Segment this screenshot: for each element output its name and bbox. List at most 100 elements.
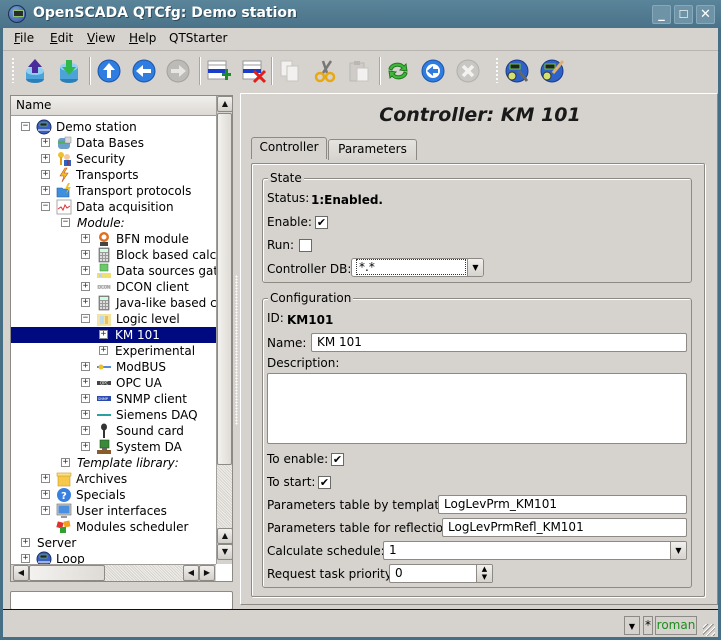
h-scroll-thumb[interactable] (29, 565, 105, 581)
save-to-db-button[interactable] (55, 57, 83, 85)
navigation-tree[interactable]: Name − Demo station + Data Bases + Security + T… (10, 95, 233, 582)
params-template-input[interactable]: LogLevPrm_KM101 (438, 495, 687, 514)
calculate-schedule-combo[interactable]: 1 ▼ (383, 541, 687, 560)
expand-icon[interactable]: + (21, 554, 30, 563)
expand-icon[interactable]: + (81, 410, 90, 419)
expand-icon[interactable]: + (81, 250, 90, 259)
collapse-icon[interactable]: − (81, 314, 90, 323)
scroll-up-button[interactable]: ▲ (217, 96, 232, 112)
tree-header-name[interactable]: Name (11, 96, 216, 116)
left-status-field[interactable] (10, 591, 233, 610)
tree-item[interactable]: − Demo station (11, 119, 216, 135)
delete-item-button[interactable] (240, 57, 268, 85)
expand-icon[interactable]: + (41, 474, 50, 483)
load-from-db-button[interactable] (21, 57, 49, 85)
tree-item[interactable]: + Security (11, 151, 216, 167)
collapse-icon[interactable]: − (41, 202, 50, 211)
tree-item[interactable]: + System DA (11, 439, 216, 455)
tree-item[interactable]: +? Specials (11, 487, 216, 503)
station-edit-button[interactable] (538, 57, 566, 85)
cut-button[interactable] (311, 57, 339, 85)
scroll-thumb[interactable] (217, 113, 232, 465)
close-button[interactable]: ✕ (696, 5, 715, 24)
expand-icon[interactable]: + (81, 362, 90, 371)
spin-buttons[interactable]: ▲ ▼ (476, 565, 492, 582)
tree-item[interactable]: + Java-like based ca (11, 295, 216, 311)
expand-icon[interactable]: + (21, 538, 30, 547)
expand-icon[interactable]: + (81, 394, 90, 403)
tree-item[interactable]: + OPC OPC UA (11, 375, 216, 391)
tab-controller[interactable]: Controller (251, 137, 327, 159)
tree-item[interactable]: + Transport protocols (11, 183, 216, 199)
tree-item[interactable]: + Sound card (11, 423, 216, 439)
expand-icon[interactable]: + (99, 330, 108, 339)
menu-edit[interactable]: Edit (50, 31, 73, 45)
tree-item[interactable]: + ModBUS (11, 359, 216, 375)
copy-button[interactable] (276, 57, 304, 85)
tree-item[interactable]: + Experimental (11, 343, 216, 359)
tree-item[interactable]: + SNMP SNMP client (11, 391, 216, 407)
description-textarea[interactable] (267, 373, 687, 444)
back-button[interactable] (130, 57, 158, 85)
tree-item[interactable]: + User interfaces (11, 503, 216, 519)
spin-up-icon[interactable]: ▲ (482, 565, 487, 573)
tab-parameters[interactable]: Parameters (328, 139, 417, 160)
up-button[interactable] (95, 57, 123, 85)
forward-button[interactable] (164, 57, 192, 85)
enable-checkbox[interactable]: ✔ (315, 216, 328, 229)
expand-icon[interactable]: + (81, 282, 90, 291)
start-button[interactable] (419, 57, 447, 85)
user-badge[interactable]: roman (655, 616, 697, 635)
refresh-button[interactable] (384, 57, 412, 85)
status-menu-button[interactable]: ▼ (624, 616, 640, 635)
maximize-button[interactable]: ☐ (674, 5, 693, 24)
controller-db-combo[interactable]: *.* ▼ (351, 258, 484, 277)
expand-icon[interactable]: + (41, 138, 50, 147)
tree-item[interactable]: + Server (11, 535, 216, 551)
tree-item[interactable]: + Data sources gate (11, 263, 216, 279)
tree-item[interactable]: + Loop (11, 551, 216, 564)
tree-item[interactable]: + Archives (11, 471, 216, 487)
tree-item[interactable]: + Template library: (11, 455, 216, 471)
expand-icon[interactable]: + (99, 346, 108, 355)
menu-help[interactable]: Help (129, 31, 156, 45)
menu-view[interactable]: View (87, 31, 115, 45)
expand-icon[interactable]: + (81, 266, 90, 275)
tree-item[interactable]: − Logic level (11, 311, 216, 327)
toolbar-grip[interactable] (495, 57, 500, 83)
spin-down-icon[interactable]: ▼ (482, 573, 487, 581)
collapse-icon[interactable]: − (61, 218, 70, 227)
minimize-button[interactable]: _ (652, 5, 671, 24)
scroll-left-button-right[interactable]: ◀ (183, 565, 199, 581)
app-icon[interactable] (8, 5, 26, 23)
scroll-right-button[interactable]: ▶ (199, 565, 215, 581)
expand-icon[interactable]: + (81, 378, 90, 387)
expand-icon[interactable]: + (41, 506, 50, 515)
paste-button[interactable] (345, 57, 373, 85)
expand-icon[interactable]: + (61, 458, 70, 467)
run-checkbox[interactable] (299, 239, 312, 252)
task-priority-spinbox[interactable]: 0 ▲ ▼ (389, 564, 493, 583)
scroll-down-button[interactable]: ▼ (217, 544, 232, 560)
expand-icon[interactable]: + (41, 170, 50, 179)
collapse-icon[interactable]: − (21, 122, 30, 131)
scroll-up-button-bottom[interactable]: ▲ (217, 528, 232, 544)
stop-button[interactable] (454, 57, 482, 85)
tree-item[interactable]: + BFN module (11, 231, 216, 247)
toolbar-grip[interactable] (11, 57, 16, 83)
title-bar[interactable]: OpenSCADA QTCfg: Demo station _ ☐ ✕ (0, 0, 721, 28)
tree-item[interactable]: + KM 101 (11, 327, 216, 343)
expand-icon[interactable]: + (81, 442, 90, 451)
expand-icon[interactable]: + (41, 154, 50, 163)
expand-icon[interactable]: + (41, 186, 50, 195)
tree-item[interactable]: + Transports (11, 167, 216, 183)
h-scroll-track[interactable] (105, 565, 183, 581)
expand-icon[interactable]: + (81, 234, 90, 243)
expand-icon[interactable]: + (81, 426, 90, 435)
dropdown-arrow-icon[interactable]: ▼ (670, 542, 686, 559)
tree-item[interactable]: + Block based calcu (11, 247, 216, 263)
tree-horizontal-scrollbar[interactable]: ◀ ◀ ▶ (11, 564, 216, 581)
tree-item[interactable]: + Data Bases (11, 135, 216, 151)
to-start-checkbox[interactable]: ✔ (318, 476, 331, 489)
scroll-track[interactable] (217, 465, 232, 528)
